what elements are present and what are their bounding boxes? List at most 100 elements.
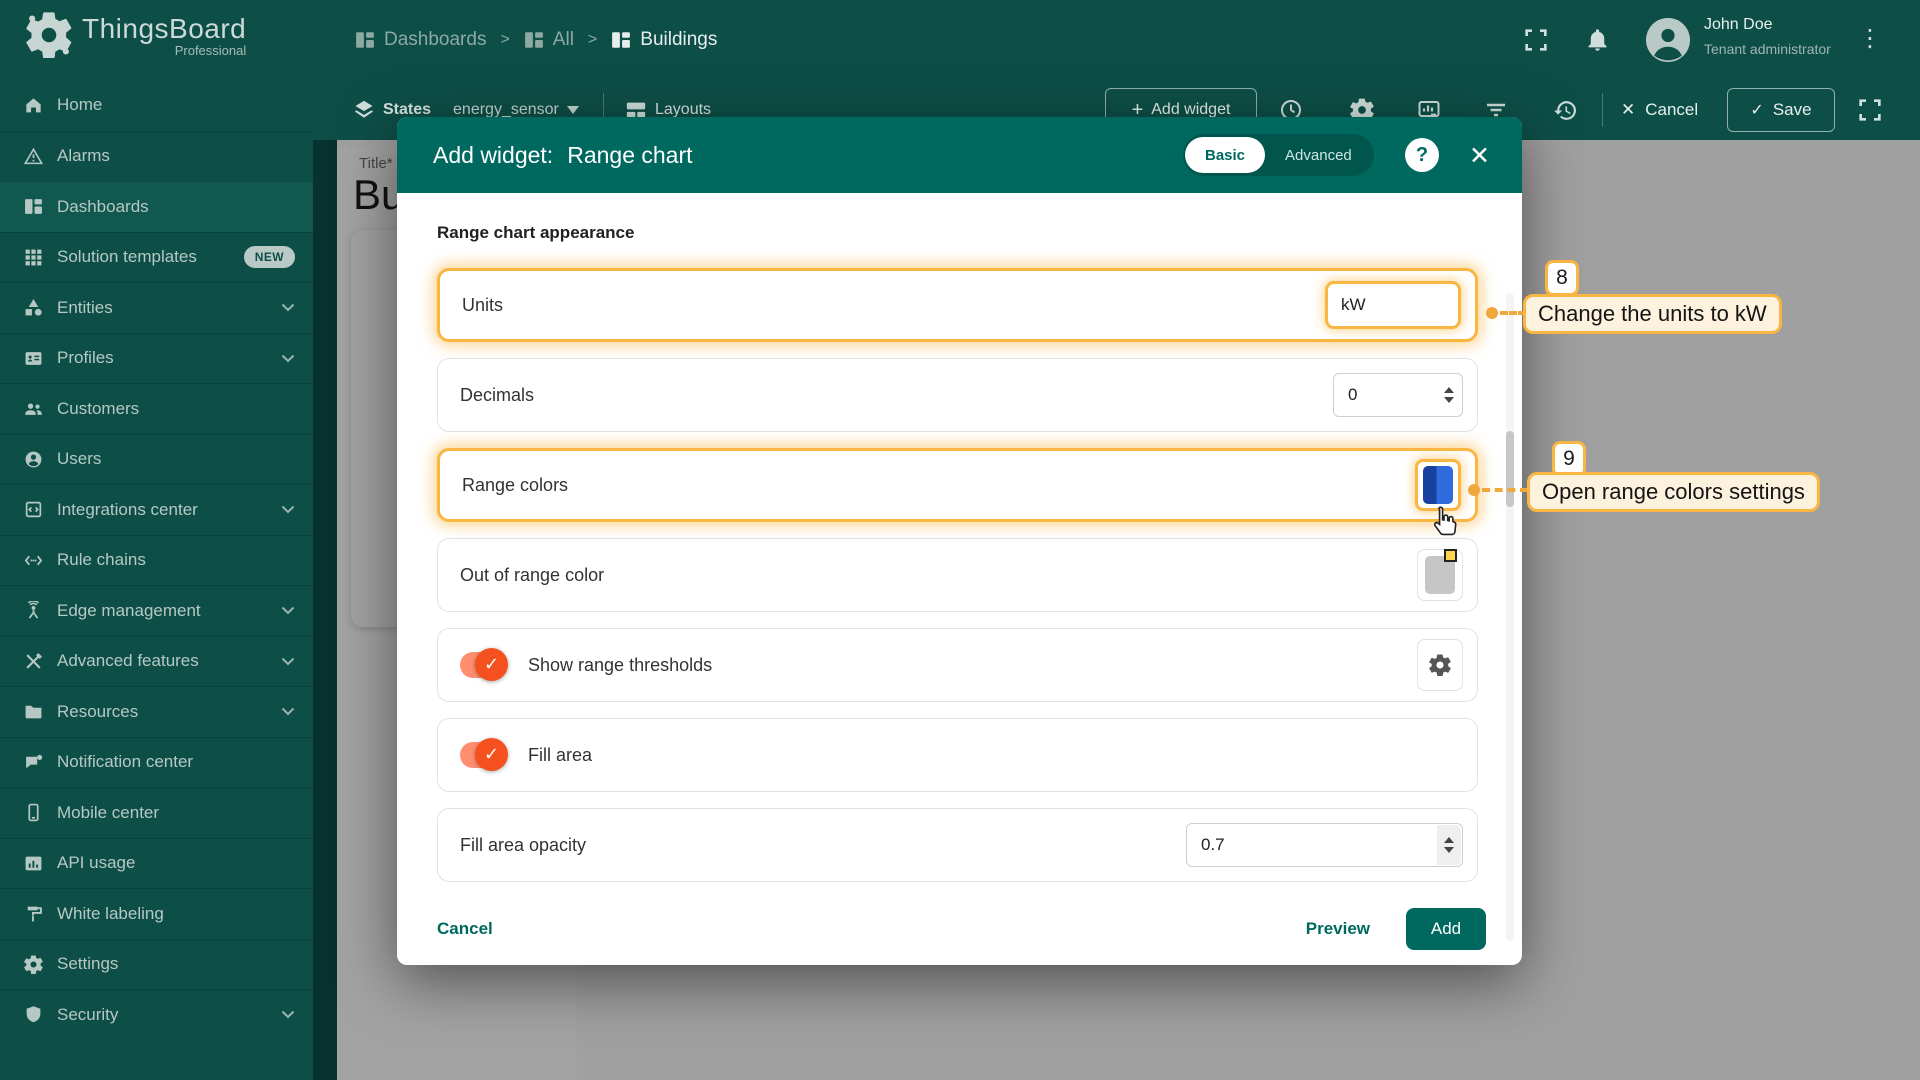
range-colors-label: Range colors <box>462 474 569 495</box>
save-label: Save <box>1772 100 1812 119</box>
edit-save-button[interactable]: ✓ Save <box>1727 88 1835 132</box>
units-label: Units <box>462 294 504 315</box>
sidebar-item-customers[interactable]: Customers <box>0 383 313 434</box>
stepper-up-icon[interactable] <box>1444 387 1454 393</box>
sidebar-item-mobile-center[interactable]: Mobile center <box>0 787 313 838</box>
fill-area-opacity-value: 0.7 <box>1201 835 1225 854</box>
sidebar-item-rule-chains[interactable]: Rule chains <box>0 534 313 586</box>
sidebar-item-dashboards[interactable]: Dashboards <box>0 181 313 232</box>
breadcrumb-buildings[interactable]: Buildings <box>611 29 717 51</box>
badge-id-icon <box>24 349 43 368</box>
notifications-bell-icon[interactable] <box>1584 26 1611 53</box>
sidebar-item-solution-templates[interactable]: Solution templates NEW <box>0 231 313 283</box>
sidebar-item-label: Advanced features <box>57 651 199 671</box>
dialog-add-button[interactable]: Add <box>1406 908 1486 950</box>
help-button[interactable]: ? <box>1405 138 1439 172</box>
people-icon <box>24 399 43 418</box>
fill-area-opacity-row: Fill area opacity 0.7 <box>437 808 1478 882</box>
sidebar-item-label: Dashboards <box>57 196 149 216</box>
fullscreen-icon[interactable] <box>1858 98 1882 122</box>
sidebar-item-home[interactable]: Home <box>0 80 313 131</box>
sidebar-item-profiles[interactable]: Profiles <box>0 332 313 384</box>
entities-icon <box>24 298 43 317</box>
sidebar-item-alarms[interactable]: Alarms <box>0 130 313 182</box>
tab-basic[interactable]: Basic <box>1185 137 1266 173</box>
mouse-cursor-icon <box>1430 505 1458 546</box>
close-icon: ✕ <box>1621 100 1636 119</box>
sidebar-item-white-labeling[interactable]: White labeling <box>0 888 313 939</box>
range-colors-swatch-button[interactable] <box>1415 459 1461 511</box>
sidebar-item-label: Mobile center <box>57 802 160 822</box>
user-circle-icon <box>24 450 43 469</box>
fill-area-row: ✓ Fill area <box>437 718 1478 792</box>
scrollbar-thumb[interactable] <box>1506 431 1514 507</box>
annotation-8-text: Change the units to kW <box>1523 294 1782 334</box>
shield-icon <box>24 1005 43 1024</box>
dialog-cancel-button[interactable]: Cancel <box>437 919 493 939</box>
dialog-title-prefix: Add widget: <box>433 141 554 168</box>
sidebar-item-label: Alarms <box>57 146 110 166</box>
add-widget-dialog: Add widget: Range chart Basic Advanced ?… <box>397 117 1522 965</box>
thresholds-settings-button[interactable] <box>1417 639 1463 691</box>
cursor-click-marker <box>1444 549 1457 562</box>
tab-advanced[interactable]: Advanced <box>1265 137 1372 173</box>
dialog-widget-type: Range chart <box>567 141 693 168</box>
range-colors-row: Range colors <box>437 448 1478 522</box>
show-range-thresholds-label: Show range thresholds <box>528 654 713 675</box>
show-range-thresholds-toggle[interactable]: ✓ <box>460 648 508 681</box>
edit-cancel-button[interactable]: ✕ Cancel <box>1621 80 1698 140</box>
units-input[interactable]: kW <box>1325 281 1461 329</box>
grid-icon <box>24 248 43 267</box>
dialog-preview-button[interactable]: Preview <box>1306 919 1370 939</box>
sidebar-item-notification-center[interactable]: Notification center <box>0 736 313 788</box>
sidebar-item-label: Profiles <box>57 348 114 368</box>
more-options-icon[interactable]: ⋮ <box>1858 24 1882 53</box>
fullscreen-icon[interactable] <box>1524 28 1548 52</box>
chevron-down-icon <box>281 303 295 312</box>
sidebar-item-entities[interactable]: Entities <box>0 282 313 333</box>
sidebar-item-integrations-center[interactable]: Integrations center <box>0 484 313 535</box>
chevron-down-icon <box>281 606 295 615</box>
out-of-range-color-label: Out of range color <box>460 564 605 585</box>
stepper-up-icon[interactable] <box>1444 837 1454 843</box>
dialog-title: Add widget: Range chart <box>433 117 693 193</box>
fill-area-opacity-input[interactable]: 0.7 <box>1186 823 1463 867</box>
chevron-down-icon <box>281 707 295 716</box>
annotation-8-anchor-dot <box>1486 307 1498 319</box>
decimals-label: Decimals <box>460 384 535 405</box>
fill-area-toggle[interactable]: ✓ <box>460 738 508 771</box>
sidebar-item-label: Security <box>57 1004 119 1024</box>
breadcrumb-dashboards[interactable]: Dashboards <box>355 29 486 51</box>
sidebar-item-label: Home <box>57 95 103 115</box>
version-history-icon[interactable] <box>1553 98 1578 123</box>
number-stepper[interactable] <box>1437 825 1461 865</box>
toggle-thumb-check-icon: ✓ <box>475 648 508 681</box>
thingsboard-logo[interactable]: ThingsBoard Professional <box>26 12 246 58</box>
sidebar-item-edge-management[interactable]: Edge management <box>0 585 313 636</box>
out-of-range-color-row: Out of range color <box>437 538 1478 612</box>
decimals-input[interactable]: 0 <box>1333 373 1463 417</box>
units-row: Units kW <box>437 268 1478 342</box>
sidebar-item-users[interactable]: Users <box>0 433 313 485</box>
dialog-footer: Cancel Preview Add <box>397 893 1522 965</box>
sidebar-item-advanced-features[interactable]: Advanced features <box>0 635 313 687</box>
close-icon[interactable]: ✕ <box>1469 141 1490 171</box>
dialog-scrollbar[interactable] <box>1506 293 1514 941</box>
decimals-value: 0 <box>1348 385 1358 404</box>
sidebar-item-label: Notification center <box>57 752 194 772</box>
stepper-down-icon[interactable] <box>1444 397 1454 403</box>
stepper-down-icon[interactable] <box>1444 847 1454 853</box>
annotation-9-text: Open range colors settings <box>1527 472 1820 512</box>
user-avatar[interactable] <box>1646 18 1690 62</box>
breadcrumb-all[interactable]: All <box>524 29 574 51</box>
dialog-body: Range chart appearance Units kW Decimals… <box>397 193 1522 941</box>
cancel-label: Cancel <box>1645 100 1699 119</box>
toggle-thumb-check-icon: ✓ <box>475 738 508 771</box>
sidebar-item-settings[interactable]: Settings <box>0 938 313 990</box>
sidebar-item-resources[interactable]: Resources <box>0 686 313 737</box>
new-badge: NEW <box>243 246 295 269</box>
sidebar-item-security[interactable]: Security <box>0 989 313 1040</box>
number-stepper[interactable] <box>1437 375 1461 415</box>
home-icon <box>24 96 43 115</box>
sidebar-item-api-usage[interactable]: API usage <box>0 837 313 889</box>
